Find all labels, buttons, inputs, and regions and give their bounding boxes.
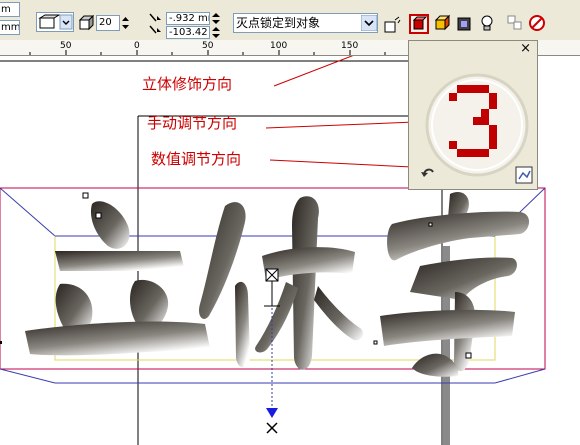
char-ti	[199, 196, 363, 370]
depth-icon	[79, 15, 95, 31]
vp-y-value: -103.42	[169, 27, 208, 38]
vp-x-value: -.932 mm	[169, 13, 209, 24]
extrude-rotation-panel: ×	[408, 40, 538, 190]
ruler-label: 50	[202, 41, 214, 51]
extrude-color-button[interactable]	[434, 14, 454, 34]
annotation-numeric: 数值调节方向	[151, 150, 242, 168]
vanishing-point-arrow	[266, 408, 278, 418]
bevel-button[interactable]	[456, 14, 476, 34]
extrusion-type-dropdown[interactable]	[36, 12, 74, 32]
depth-input[interactable]: 20	[96, 15, 120, 31]
chevron-down-icon	[361, 15, 377, 31]
depth-spinner-icon[interactable]	[121, 15, 130, 31]
rotation-dial[interactable]	[409, 41, 537, 189]
vp-lock-value: 灭点锁定到对象	[236, 16, 321, 30]
lighting-button[interactable]	[478, 14, 498, 34]
clear-icon	[529, 15, 545, 31]
vanishing-point-icon	[149, 13, 161, 34]
color-cube-icon	[434, 14, 451, 31]
ruler-label: 150	[341, 41, 359, 51]
vp-lock-select[interactable]: 灭点锁定到对象	[233, 13, 378, 33]
annotation-orientation: 立体修饰方向	[142, 75, 233, 93]
vp-spinner-icon[interactable]	[211, 12, 221, 39]
char-zi	[380, 191, 530, 377]
rotate-3d-icon	[412, 16, 428, 30]
ruler-label: 50	[60, 41, 72, 51]
char-li	[25, 201, 210, 356]
property-bar: m mm 20 -.932 mm -103.42 灭点锁	[0, 0, 580, 41]
vp-y-input[interactable]: -103.42	[166, 26, 210, 39]
extrude-rotation-button[interactable]	[409, 14, 429, 34]
unit-bottom-text: mm	[1, 22, 20, 33]
vanishing-point-marker	[266, 422, 278, 434]
copy-vp-icon[interactable]	[383, 16, 401, 34]
ruler-label: 0	[134, 41, 140, 51]
copy-extrude-button[interactable]	[506, 14, 526, 34]
clear-extrude-button[interactable]	[528, 14, 548, 34]
extrusion-type-icon	[38, 14, 73, 30]
copy-properties-icon	[507, 15, 522, 30]
depth-value: 20	[99, 17, 112, 28]
vp-x-input[interactable]: -.932 mm	[166, 12, 210, 25]
unit-field-bottom[interactable]: mm	[0, 20, 20, 35]
annotation-manual: 手动调节方向	[147, 114, 238, 132]
unit-top-text: m	[1, 4, 11, 15]
ruler-label: 100	[270, 41, 288, 51]
light-bulb-icon	[481, 15, 493, 31]
unit-field-top[interactable]: m	[0, 2, 20, 17]
bevel-icon	[457, 17, 471, 31]
